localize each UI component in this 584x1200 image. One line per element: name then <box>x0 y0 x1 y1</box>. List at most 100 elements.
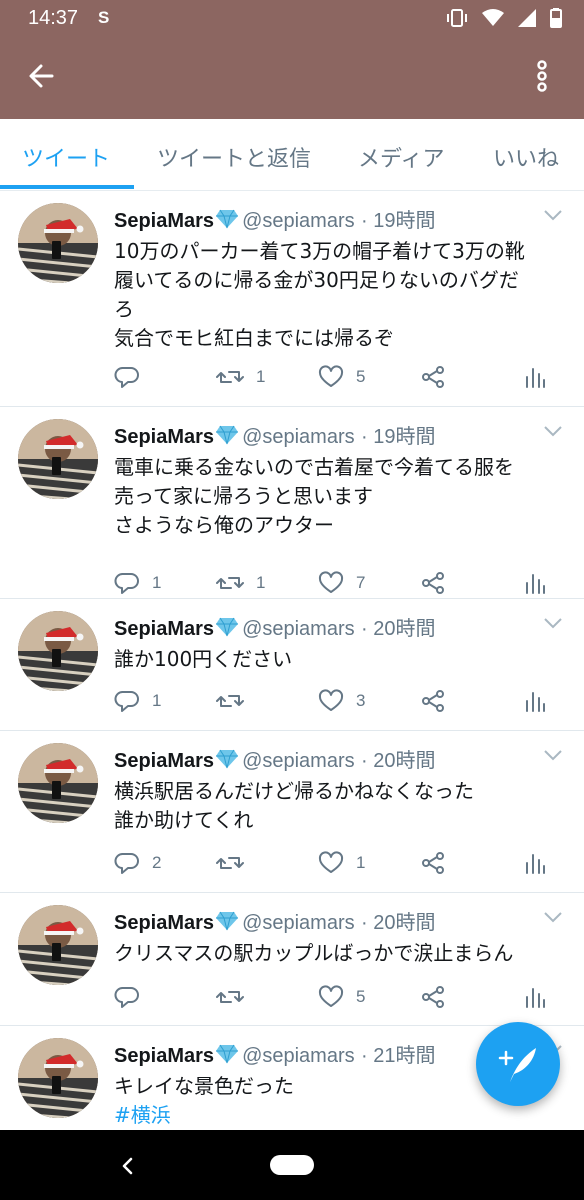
share-button[interactable] <box>420 365 446 389</box>
avatar[interactable] <box>18 1038 98 1118</box>
like-button[interactable]: 5 <box>318 365 365 389</box>
author-name[interactable]: SepiaMars <box>114 750 214 772</box>
analytics-icon <box>526 692 545 712</box>
author-name[interactable]: SepiaMars <box>114 912 214 934</box>
tweet-time: · 21時間 <box>360 1045 436 1067</box>
retweet-button[interactable] <box>216 689 256 713</box>
share-icon <box>422 572 444 594</box>
like-count: 5 <box>356 367 366 386</box>
author-name[interactable]: SepiaMars <box>114 1045 214 1067</box>
avatar[interactable] <box>18 905 98 985</box>
avatar-photo <box>18 743 98 823</box>
verified-badge-icon <box>216 1044 239 1069</box>
avatar[interactable] <box>18 611 98 691</box>
nav-back-icon[interactable] <box>114 1152 142 1180</box>
avatar[interactable] <box>18 419 98 499</box>
author-name[interactable]: SepiaMars <box>114 210 214 232</box>
reply-button[interactable] <box>114 365 152 389</box>
retweet-count: 1 <box>256 573 266 592</box>
more-menu-button[interactable] <box>522 56 562 96</box>
compose-tweet-button[interactable] <box>476 1022 560 1106</box>
reply-count: 2 <box>152 853 162 872</box>
tab-tweets-replies[interactable]: ツイートと返信 <box>157 141 311 173</box>
sim-indicator: S <box>98 8 110 27</box>
tweet-actions: 15 <box>114 365 564 395</box>
reply-button[interactable] <box>114 985 152 1009</box>
like-icon <box>318 985 344 1007</box>
tab-tweets[interactable]: ツイート <box>22 141 110 173</box>
reply-button[interactable]: 1 <box>114 571 161 595</box>
tweet-actions: 1 1 7 <box>114 571 564 601</box>
tweet-feed[interactable]: SepiaMars @sepiamars · 19時間 10万のパーカー着て3万の帽… <box>0 191 584 1136</box>
author-name[interactable]: SepiaMars <box>114 618 214 640</box>
analytics-button[interactable] <box>524 689 546 713</box>
tweet-item[interactable]: SepiaMars @sepiamars · 20時間 誰か100円ください 1 3 <box>0 599 584 731</box>
retweet-button[interactable] <box>216 985 256 1009</box>
like-button[interactable]: 7 <box>318 571 365 595</box>
nav-home-pill[interactable] <box>270 1155 314 1175</box>
tweet-text-line: 10万のパーカー着て3万の帽子着けて3万の靴 <box>114 239 525 263</box>
analytics-button[interactable] <box>524 571 546 595</box>
chevron-down-icon <box>544 912 562 923</box>
retweet-icon <box>216 991 244 1003</box>
tweet-menu-button[interactable] <box>542 747 564 763</box>
analytics-button[interactable] <box>524 985 546 1009</box>
share-button[interactable] <box>420 851 446 875</box>
like-count: 3 <box>356 691 366 710</box>
more-vert-icon <box>537 60 547 92</box>
avatar-photo <box>18 905 98 985</box>
reply-icon <box>114 367 139 388</box>
like-button[interactable]: 1 <box>318 851 365 875</box>
tweet-text-line: 横浜駅居るんだけど帰るかねなくなった <box>114 779 474 803</box>
tweet-item[interactable]: SepiaMars @sepiamars · 20時間 横浜駅居るんだけど帰るかねな… <box>0 731 584 893</box>
analytics-button[interactable] <box>524 851 546 875</box>
tweet-menu-button[interactable] <box>542 909 564 925</box>
reply-button[interactable]: 2 <box>114 851 161 875</box>
avatar-photo <box>18 611 98 691</box>
retweet-button[interactable]: 1 <box>216 365 265 389</box>
status-icons <box>446 8 562 28</box>
tweet-menu-button[interactable] <box>542 207 564 223</box>
verified-badge-icon <box>216 911 239 936</box>
reply-button[interactable]: 1 <box>114 689 161 713</box>
like-button[interactable]: 5 <box>318 985 365 1009</box>
avatar[interactable] <box>18 743 98 823</box>
retweet-button[interactable] <box>216 851 256 875</box>
tweet-time: · 19時間 <box>360 426 436 448</box>
retweet-button[interactable]: 1 <box>216 571 265 595</box>
reply-count: 1 <box>152 573 162 592</box>
like-count: 7 <box>356 573 366 592</box>
share-button[interactable] <box>420 571 446 595</box>
analytics-icon <box>526 854 545 874</box>
tab-likes[interactable]: いいね <box>493 141 559 173</box>
tweet-item[interactable]: SepiaMars @sepiamars · 20時間 クリスマスの駅カップルばっか… <box>0 893 584 1026</box>
author-handle: @sepiamars <box>242 426 355 448</box>
chevron-down-icon <box>544 750 562 761</box>
tweet-menu-button[interactable] <box>542 423 564 439</box>
tab-media[interactable]: メディア <box>358 141 444 173</box>
gem-icon <box>216 749 239 769</box>
tweet-text: 横浜駅居るんだけど帰るかねなくなった 誰か助けてくれ <box>114 777 574 835</box>
avatar[interactable] <box>18 203 98 283</box>
app-bar: 14:37 S <box>0 0 584 119</box>
share-button[interactable] <box>420 689 446 713</box>
avatar-photo <box>18 203 98 283</box>
analytics-icon <box>526 988 545 1008</box>
like-count: 5 <box>356 987 366 1006</box>
share-icon <box>422 986 444 1008</box>
analytics-button[interactable] <box>524 365 546 389</box>
tweet-text-line: さようなら俺のアウター <box>114 513 334 537</box>
tweet-menu-button[interactable] <box>542 615 564 631</box>
like-button[interactable]: 3 <box>318 689 365 713</box>
wifi-icon <box>482 9 504 26</box>
tweet-item[interactable]: SepiaMars @sepiamars · 19時間 10万のパーカー着て3万の帽… <box>0 191 584 407</box>
tweet-item[interactable]: SepiaMars @sepiamars · 19時間 電車に乗る金ないので古着屋で… <box>0 407 584 599</box>
back-button[interactable] <box>22 56 62 96</box>
tweet-header: SepiaMars @sepiamars · 19時間 <box>114 420 435 450</box>
status-bar: 14:37 S <box>0 0 584 38</box>
analytics-icon <box>526 368 545 388</box>
author-name[interactable]: SepiaMars <box>114 426 214 448</box>
avatar-photo <box>18 419 98 499</box>
share-button[interactable] <box>420 985 446 1009</box>
share-icon <box>422 852 444 874</box>
